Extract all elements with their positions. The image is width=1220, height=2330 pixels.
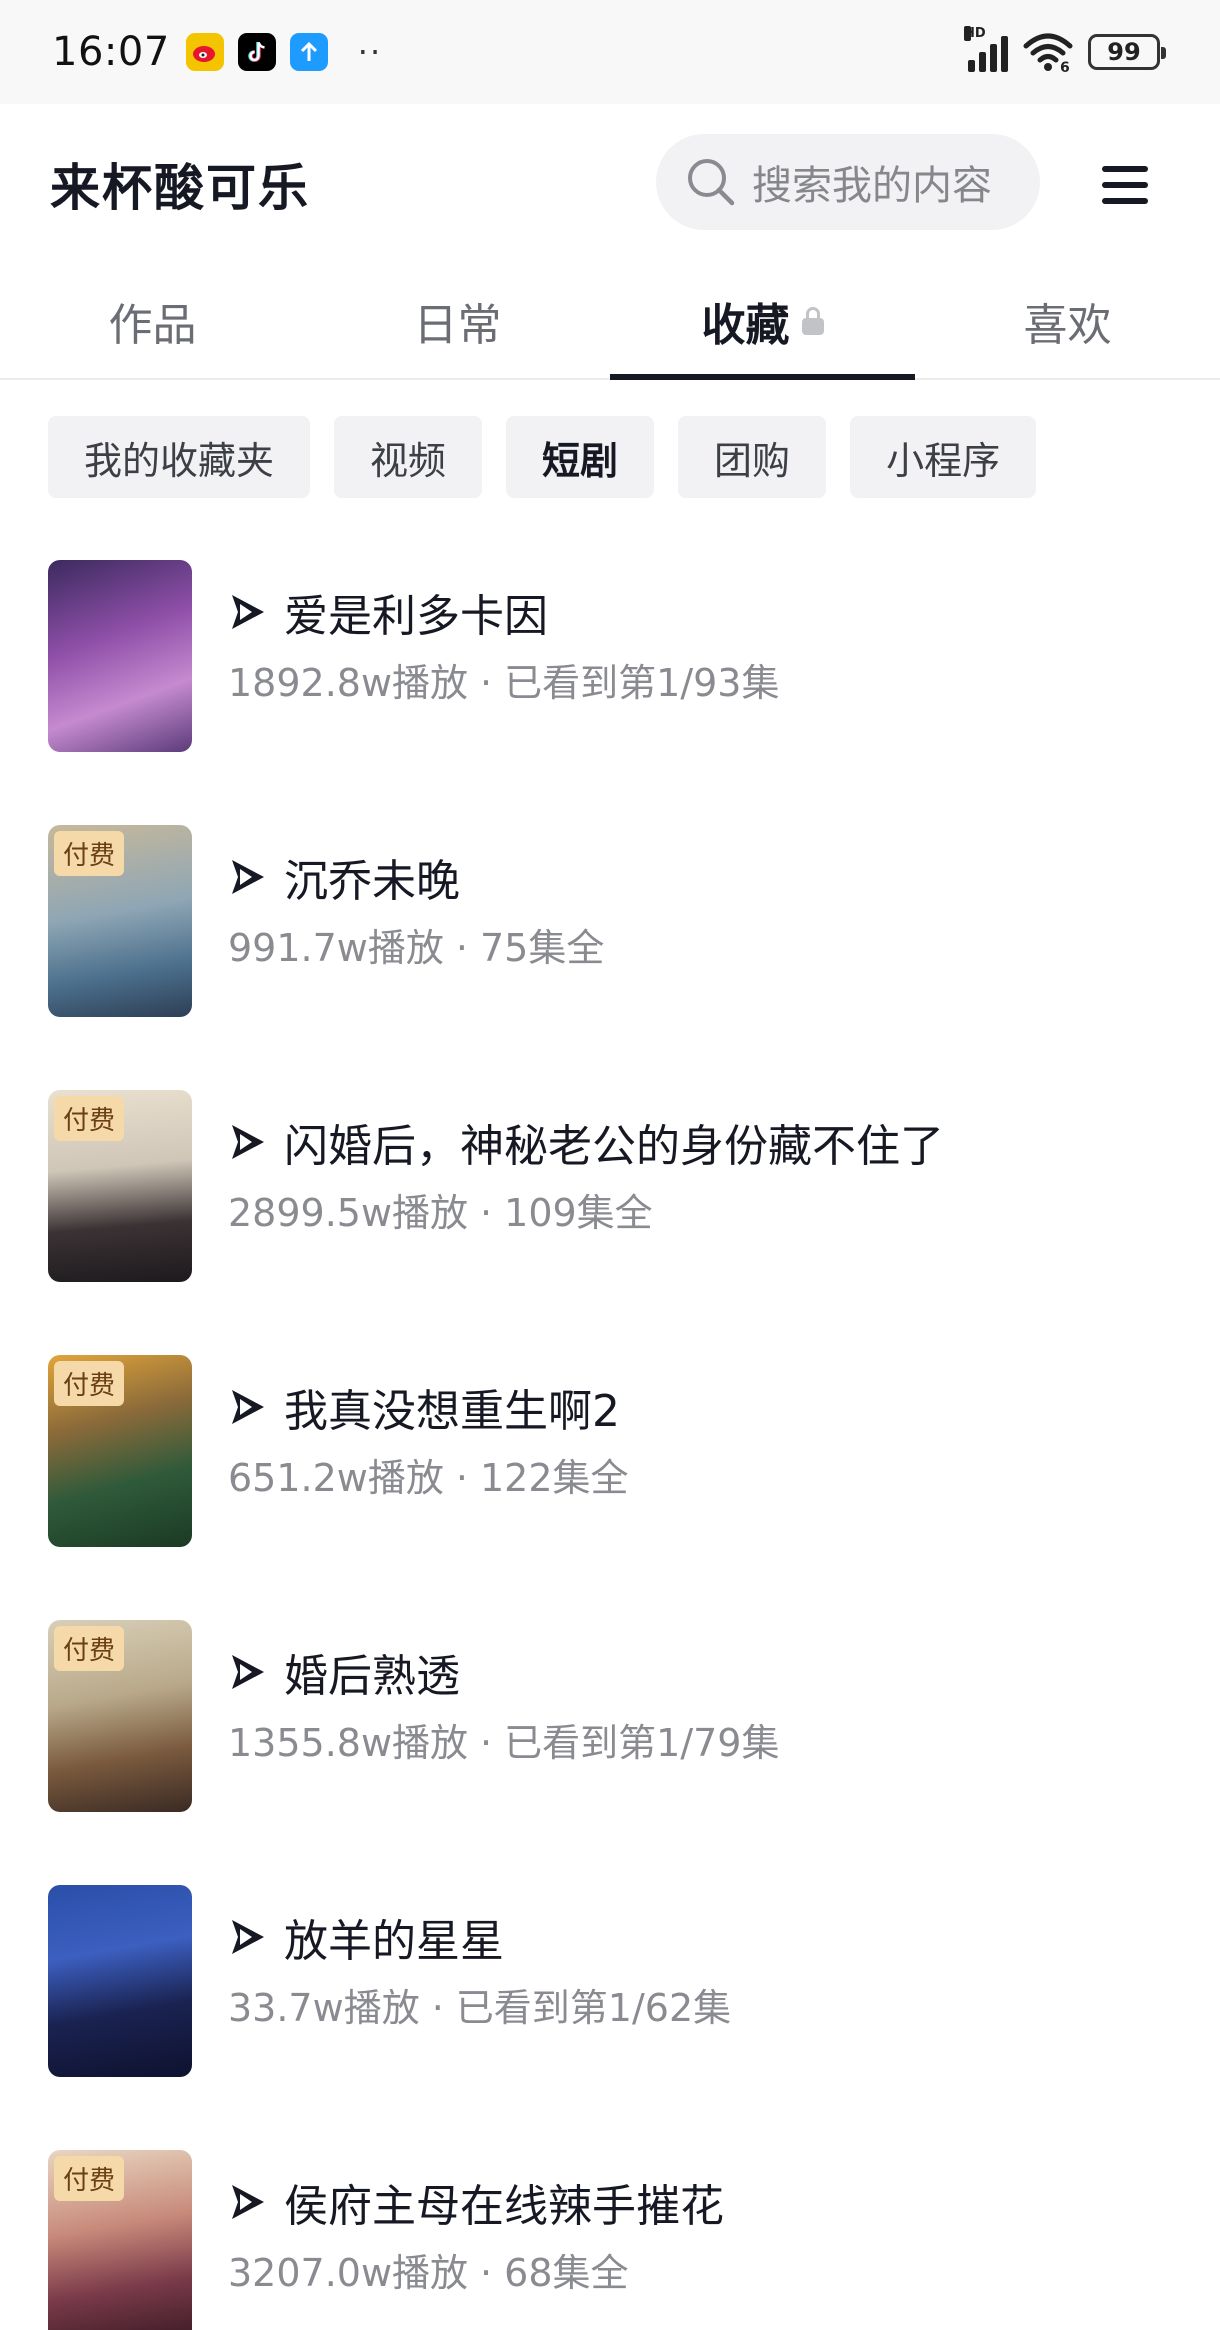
watch-progress: 109集全 xyxy=(504,1191,653,1235)
short-drama-icon xyxy=(232,1920,264,1954)
play-count: 1892.8w播放 xyxy=(228,661,469,705)
short-drama-icon xyxy=(232,1125,264,1159)
separator: · xyxy=(480,661,493,705)
short-drama-icon xyxy=(232,1390,264,1424)
short-drama-icon xyxy=(232,595,264,629)
list-item[interactable]: 付费 我真没想重生啊2 651.2w播放 · 122集全 xyxy=(0,1345,1220,1610)
tab-label: 喜欢 xyxy=(1023,300,1112,351)
hd-label: HD xyxy=(964,26,986,41)
list-item[interactable]: 付费 沉乔未晚 991.7w播放 · 75集全 xyxy=(0,815,1220,1080)
more-notifications-icon: ·· xyxy=(357,33,383,71)
battery-icon: 99 xyxy=(1088,34,1166,70)
search-icon xyxy=(688,159,735,206)
drama-cover[interactable]: 付费 xyxy=(48,1620,192,1812)
list-item[interactable]: 付费 婚后熟透 1355.8w播放 · 已看到第1/79集 xyxy=(0,1610,1220,1875)
profile-header: 来杯酸可乐 搜索我的内容 xyxy=(0,104,1220,264)
battery-level: 99 xyxy=(1107,38,1141,66)
menu-icon[interactable] xyxy=(1102,166,1148,204)
notification-icons: ·· xyxy=(185,33,383,71)
drama-title: 闪婚后，神秘老公的身份藏不住了 xyxy=(284,1121,944,1172)
separator: · xyxy=(480,1191,493,1235)
profile-tabs: 作品 日常 收藏 喜欢 xyxy=(0,264,1220,380)
cellular-signal-icon: HD xyxy=(964,26,1008,72)
short-drama-icon xyxy=(232,2185,264,2219)
play-count: 2899.5w播放 xyxy=(228,1191,469,1235)
tab-label: 日常 xyxy=(413,300,502,351)
drama-cover[interactable]: 付费 xyxy=(48,2150,192,2330)
drama-cover[interactable]: 付费 xyxy=(48,1355,192,1547)
paid-badge: 付费 xyxy=(54,2156,125,2201)
list-item[interactable]: 放羊的星星 33.7w播放 · 已看到第1/62集 xyxy=(0,1875,1220,2140)
system-indicators: HD 6 99 xyxy=(964,0,1166,104)
chip-folders[interactable]: 我的收藏夹 xyxy=(48,416,311,498)
lock-icon xyxy=(801,307,824,335)
search-input[interactable]: 搜索我的内容 xyxy=(656,134,1040,230)
chip-mini-programs[interactable]: 小程序 xyxy=(850,416,1037,498)
watch-progress: 122集全 xyxy=(479,1456,629,1500)
status-bar: 16:07 ·· HD 6 99 xyxy=(0,0,1220,104)
status-time: 16:07 xyxy=(52,29,170,75)
play-count: 1355.8w播放 xyxy=(228,1721,469,1765)
upload-icon xyxy=(289,33,328,71)
separator: · xyxy=(480,2251,493,2295)
filter-chips: 我的收藏夹 视频 短剧 团购 小程序 xyxy=(0,380,1220,516)
drama-title: 我真没想重生啊2 xyxy=(284,1386,620,1437)
tiktok-icon xyxy=(237,33,276,71)
chip-group-buy[interactable]: 团购 xyxy=(678,416,827,498)
separator: · xyxy=(455,926,468,970)
drama-title: 沉乔未晚 xyxy=(284,856,460,907)
drama-cover[interactable] xyxy=(48,1885,192,2077)
drama-title: 放羊的星星 xyxy=(284,1916,504,1967)
watch-progress: 已看到第1/62集 xyxy=(455,1986,732,2030)
watch-progress: 75集全 xyxy=(479,926,605,970)
wifi-icon: 6 xyxy=(1023,33,1073,72)
separator: · xyxy=(480,1721,493,1765)
list-item[interactable]: 付费 闪婚后，神秘老公的身份藏不住了 2899.5w播放 · 109集全 xyxy=(0,1080,1220,1345)
chip-short-dramas[interactable]: 短剧 xyxy=(506,416,655,498)
chip-videos[interactable]: 视频 xyxy=(334,416,483,498)
paid-badge: 付费 xyxy=(54,1096,125,1141)
paid-badge: 付费 xyxy=(54,1361,125,1406)
watch-progress: 68集全 xyxy=(504,2251,629,2295)
tab-works[interactable]: 作品 xyxy=(0,264,305,378)
drama-cover[interactable] xyxy=(48,560,192,752)
paid-badge: 付费 xyxy=(54,831,125,876)
list-item[interactable]: 爱是利多卡因 1892.8w播放 · 已看到第1/93集 xyxy=(0,550,1220,815)
list-item[interactable]: 付费 侯府主母在线辣手摧花 3207.0w播放 · 68集全 xyxy=(0,2140,1220,2330)
weibo-icon xyxy=(185,33,224,71)
play-count: 651.2w播放 xyxy=(228,1456,444,1500)
drama-cover[interactable]: 付费 xyxy=(48,1090,192,1282)
short-drama-icon xyxy=(232,860,264,894)
play-count: 991.7w播放 xyxy=(228,926,444,970)
tab-favorites[interactable]: 收藏 xyxy=(610,264,915,380)
play-count: 3207.0w播放 xyxy=(228,2251,469,2295)
drama-title: 爱是利多卡因 xyxy=(284,591,548,642)
watch-progress: 已看到第1/79集 xyxy=(504,1721,780,1765)
short-drama-list: 爱是利多卡因 1892.8w播放 · 已看到第1/93集 付费 沉乔未晚 991.7… xyxy=(0,516,1220,2330)
drama-cover[interactable]: 付费 xyxy=(48,825,192,1017)
paid-badge: 付费 xyxy=(54,1626,125,1671)
svg-text:6: 6 xyxy=(1060,60,1070,72)
tab-daily[interactable]: 日常 xyxy=(305,264,610,378)
watch-progress: 已看到第1/93集 xyxy=(504,661,780,705)
tab-label: 收藏 xyxy=(701,300,790,351)
tab-label: 作品 xyxy=(108,300,197,351)
short-drama-icon xyxy=(232,1655,264,1689)
separator: · xyxy=(431,1986,444,2030)
drama-title: 侯府主母在线辣手摧花 xyxy=(284,2181,724,2232)
separator: · xyxy=(455,1456,468,1500)
search-placeholder: 搜索我的内容 xyxy=(752,163,992,209)
drama-title: 婚后熟透 xyxy=(284,1651,460,1702)
profile-name: 来杯酸可乐 xyxy=(50,159,310,217)
play-count: 33.7w播放 xyxy=(228,1986,420,2030)
tab-likes[interactable]: 喜欢 xyxy=(915,264,1220,378)
